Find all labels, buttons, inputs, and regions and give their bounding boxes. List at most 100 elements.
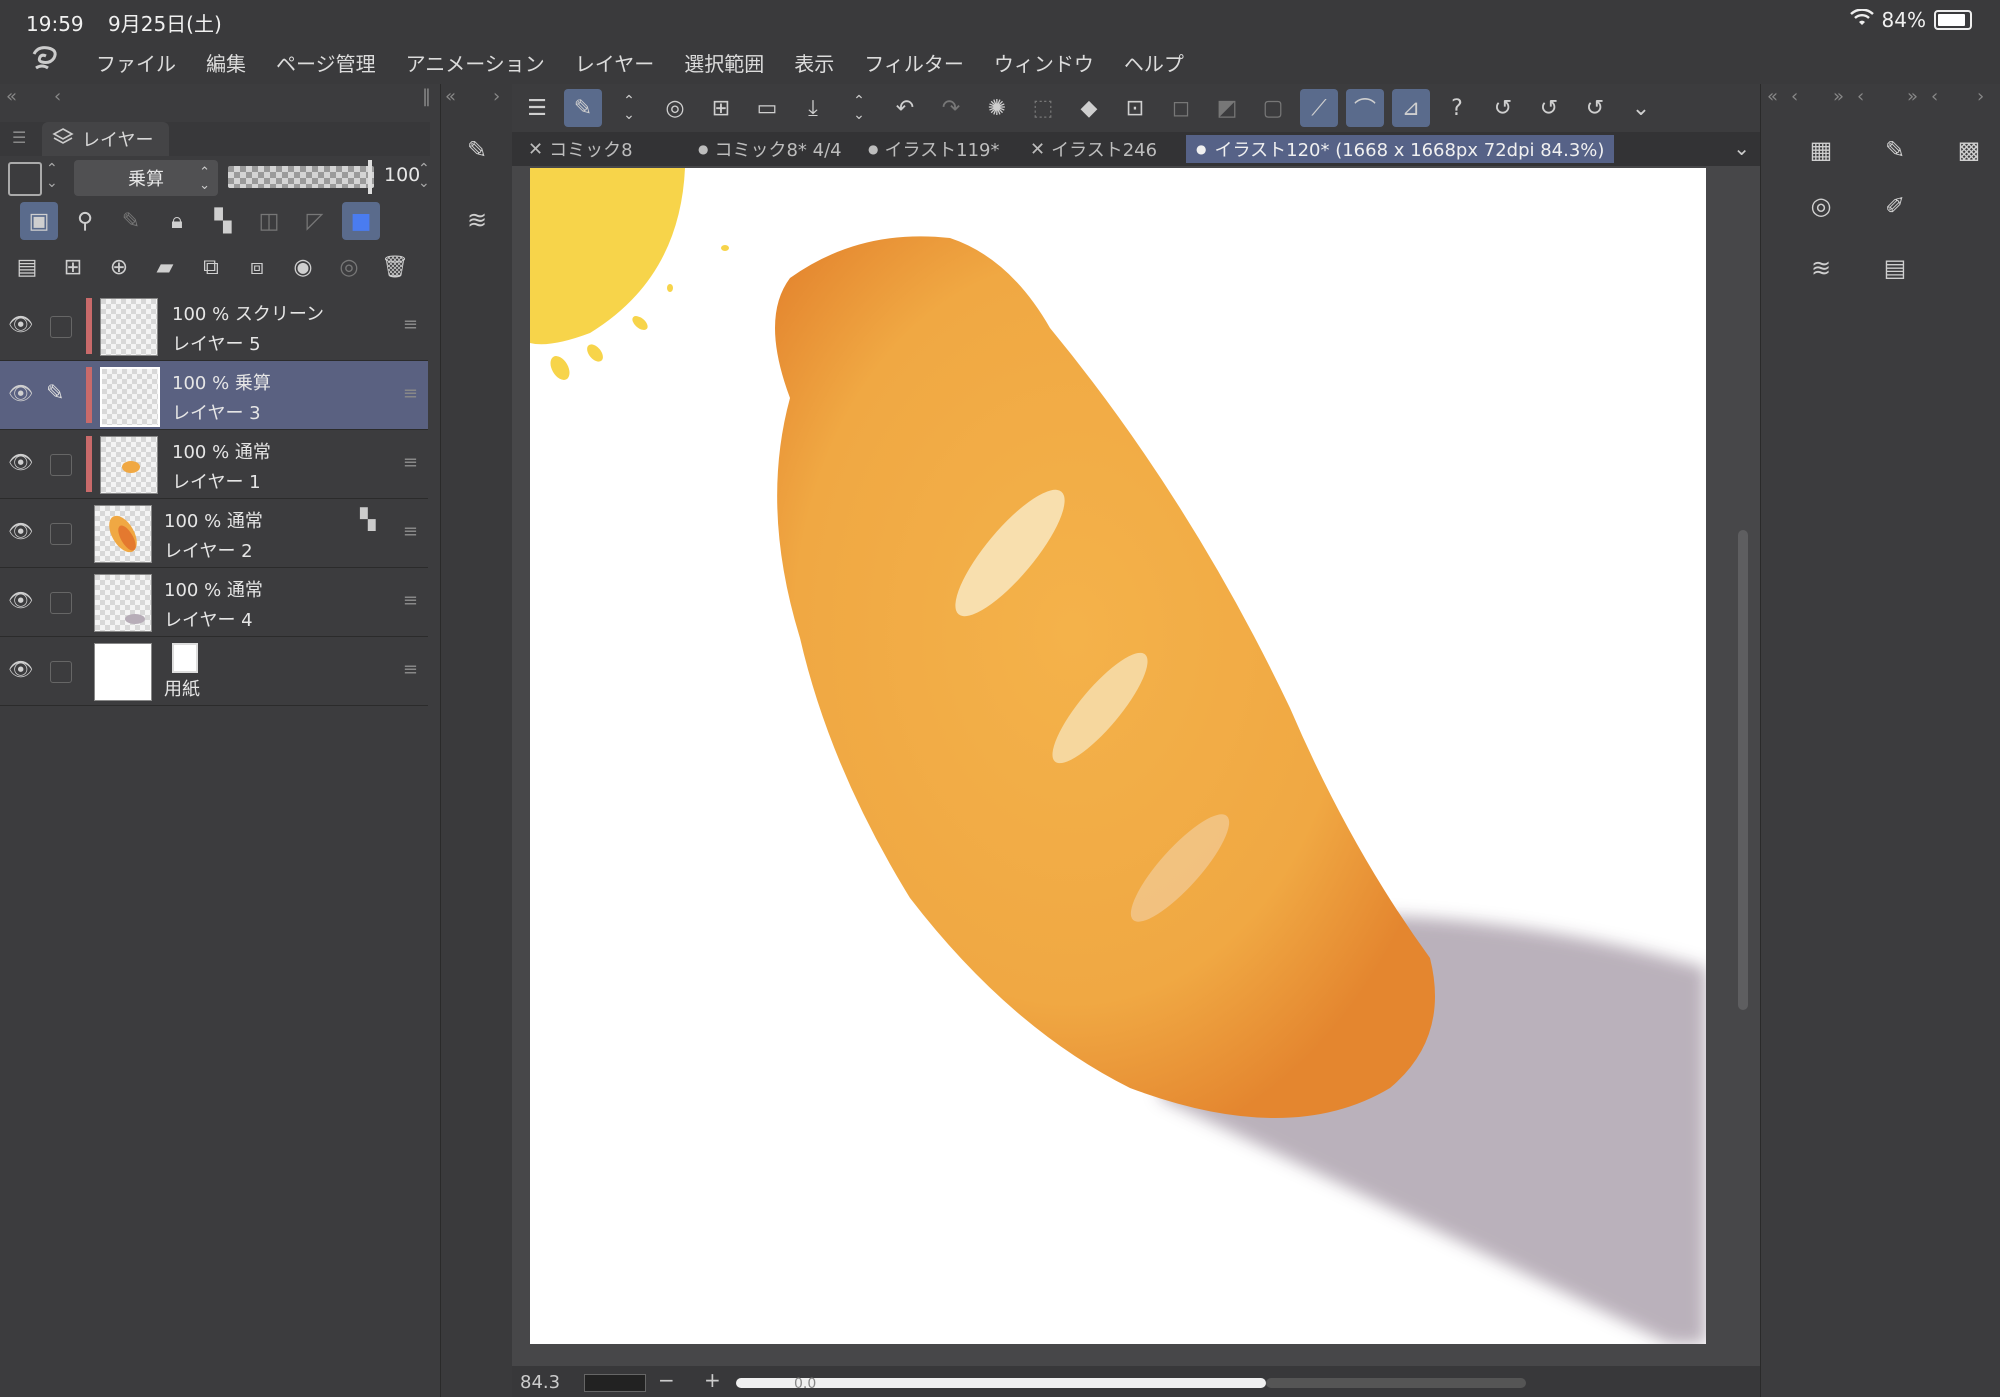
selection-border-icon[interactable]: ▢ bbox=[1254, 89, 1292, 127]
menu-file[interactable]: ファイル bbox=[96, 48, 176, 77]
opacity-slider-handle[interactable] bbox=[368, 160, 372, 194]
menu-icon[interactable]: ☰ bbox=[518, 89, 556, 127]
layer-settings-icon[interactable]: ≋ bbox=[455, 198, 499, 242]
drag-handle-icon[interactable]: ≡ bbox=[403, 659, 418, 680]
doc-tab-active[interactable]: ● イラスト120* (1668 x 1668px 72dpi 84.3%) bbox=[1186, 135, 1615, 163]
delete-layer-icon[interactable]: 🗑︎ bbox=[376, 248, 414, 286]
material-icon[interactable]: ▩ bbox=[1947, 128, 1991, 172]
transform-icon[interactable]: ⊡ bbox=[1116, 89, 1154, 127]
tool-property-icon[interactable]: ✎ bbox=[455, 128, 499, 172]
zoom-out-button[interactable]: − bbox=[658, 1368, 675, 1392]
clip-studio-logo-icon[interactable] bbox=[28, 44, 62, 82]
doc-tab[interactable]: ✕ イラスト246 bbox=[1020, 135, 1167, 163]
layer-checkbox[interactable] bbox=[50, 523, 72, 545]
layer-property-icon[interactable]: ≋ bbox=[1799, 246, 1843, 290]
blend-mode-select[interactable]: 乗算 ⌃ ⌄ bbox=[74, 160, 218, 196]
layer-row[interactable]: 👁︎ 100 % 通常 レイヤー 4 ≡ bbox=[0, 568, 428, 637]
collapse-right-icon[interactable]: » bbox=[1907, 86, 1918, 107]
apply-mask-icon[interactable]: ◎ bbox=[330, 248, 368, 286]
invert-selection-icon[interactable]: ◩ bbox=[1208, 89, 1246, 127]
reference-layer-icon[interactable]: ⚲ bbox=[66, 202, 104, 240]
collapse-left-icon[interactable]: « bbox=[6, 86, 17, 107]
drag-handle-icon[interactable]: ≡ bbox=[403, 521, 418, 542]
draft-layer-icon[interactable]: ✎ bbox=[112, 202, 150, 240]
close-tab-icon[interactable]: ✕ bbox=[528, 139, 543, 160]
zoom-value[interactable]: 84.3 bbox=[520, 1372, 560, 1393]
eye-icon[interactable]: 👁︎ bbox=[8, 588, 36, 616]
mask-icon[interactable]: ◫ bbox=[250, 202, 288, 240]
chevron-left-icon[interactable]: ‹ bbox=[54, 86, 61, 107]
menu-help[interactable]: ヘルプ bbox=[1124, 48, 1184, 77]
layer-checkbox[interactable] bbox=[50, 592, 72, 614]
layer-row[interactable]: 👁︎ 100 % 通常 レイヤー 2 ▚ ≡ bbox=[0, 499, 428, 568]
redo-icon[interactable]: ↷ bbox=[932, 89, 970, 127]
reset-icon[interactable]: ↺ bbox=[1576, 89, 1614, 127]
chevron-updown-icon[interactable]: ⌃ ⌄ bbox=[840, 89, 878, 127]
chevron-left-icon[interactable]: ‹ bbox=[1857, 86, 1864, 107]
layer-checkbox[interactable] bbox=[50, 661, 72, 683]
layer-row[interactable]: 👁︎ ✎ 100 % 乗算 レイヤー 3 ≡ bbox=[0, 361, 428, 430]
angle-slider-track[interactable] bbox=[1266, 1378, 1526, 1388]
new-vector-layer-icon[interactable]: ⊕ bbox=[100, 248, 138, 286]
duplicate-layer-icon[interactable]: ⧉ bbox=[192, 248, 230, 286]
doc-tab[interactable]: ✕ コミック8 bbox=[518, 135, 643, 163]
edit-track-icon[interactable]: ◎ bbox=[656, 89, 694, 127]
open-file-icon[interactable]: ▭ bbox=[748, 89, 786, 127]
zoom-slider[interactable] bbox=[584, 1374, 646, 1392]
chevron-right-icon[interactable]: › bbox=[1977, 86, 1984, 107]
collapse-left-icon[interactable]: « bbox=[445, 86, 456, 107]
expression-color-button[interactable] bbox=[8, 162, 42, 196]
doc-tab[interactable]: ● イラスト119* bbox=[858, 135, 1009, 163]
drag-handle-icon[interactable]: ≡ bbox=[403, 314, 418, 335]
tab-layer[interactable]: レイヤー bbox=[42, 122, 170, 156]
layer-checkbox[interactable] bbox=[50, 316, 72, 338]
chevron-down-icon[interactable]: ⌄ bbox=[1622, 89, 1660, 127]
lock-icon[interactable]: 🔒︎ bbox=[158, 202, 196, 240]
sub-view-icon[interactable]: ✎ bbox=[1873, 128, 1917, 172]
collapse-left-icon[interactable]: « bbox=[1767, 86, 1778, 107]
opacity-slider[interactable] bbox=[228, 166, 374, 188]
menu-view[interactable]: 表示 bbox=[794, 48, 834, 77]
menu-edit[interactable]: 編集 bbox=[206, 48, 246, 77]
eye-icon[interactable]: 👁︎ bbox=[8, 519, 36, 547]
drag-handle-icon[interactable]: ≡ bbox=[403, 590, 418, 611]
snap-special-ruler-icon[interactable]: ⌒ bbox=[1346, 89, 1384, 127]
new-file-icon[interactable]: ⊞ bbox=[702, 89, 740, 127]
chevron-left-icon[interactable]: ‹ bbox=[1931, 86, 1938, 107]
clip-layer-icon[interactable]: ▣ bbox=[20, 202, 58, 240]
layer-row[interactable]: 👁︎ 用紙 ≡ bbox=[0, 637, 428, 706]
vertical-scrollbar[interactable] bbox=[1738, 530, 1748, 1010]
drag-handle-icon[interactable]: ≡ bbox=[403, 452, 418, 473]
new-folder-icon[interactable]: ▰ bbox=[146, 248, 184, 286]
help-icon[interactable]: ? bbox=[1438, 89, 1476, 127]
color-wheel-icon[interactable]: ◎ bbox=[1799, 184, 1843, 228]
save-icon[interactable]: ⤓ bbox=[794, 89, 832, 127]
opacity-stepper-icon[interactable]: ⌃ ⌄ bbox=[418, 162, 430, 190]
timeline-icon[interactable]: ▤ bbox=[1873, 246, 1917, 290]
opacity-value[interactable]: 100 bbox=[384, 164, 420, 186]
layer-row[interactable]: 👁︎ 100 % スクリーン レイヤー 5 ≡ bbox=[0, 292, 428, 361]
chevron-left-icon[interactable]: ‹ bbox=[1791, 86, 1798, 107]
layer-property-icon[interactable]: ▤ bbox=[8, 248, 46, 286]
menu-page[interactable]: ページ管理 bbox=[276, 48, 376, 77]
layer-color-icon[interactable]: ■ bbox=[342, 202, 380, 240]
menu-animation[interactable]: アニメーション bbox=[406, 48, 545, 77]
chevron-updown-icon[interactable]: ⌃ ⌄ bbox=[610, 89, 648, 127]
eye-icon[interactable]: 👁︎ bbox=[8, 657, 36, 685]
close-tab-icon[interactable]: ✕ bbox=[1030, 139, 1045, 160]
navigator-icon[interactable]: ▦ bbox=[1799, 128, 1843, 172]
undo-icon[interactable]: ↶ bbox=[886, 89, 924, 127]
snap-ruler-icon[interactable]: ⟋ bbox=[1300, 89, 1338, 127]
fill-icon[interactable]: ◆ bbox=[1070, 89, 1108, 127]
layer-checkbox[interactable] bbox=[50, 454, 72, 476]
doc-tab[interactable]: ● コミック8* 4/4 bbox=[688, 135, 852, 163]
canvas[interactable] bbox=[530, 168, 1706, 1344]
merge-down-icon[interactable]: ⧈ bbox=[238, 248, 276, 286]
deselect-icon[interactable]: ◻ bbox=[1162, 89, 1200, 127]
ruler-icon[interactable]: ◸ bbox=[296, 202, 334, 240]
drag-handle-icon[interactable]: ≡ bbox=[403, 383, 418, 404]
layer-mask-icon[interactable]: ◉ bbox=[284, 248, 322, 286]
collapse-right-icon[interactable]: » bbox=[1833, 86, 1844, 107]
panel-resize-handle[interactable]: ‖ bbox=[422, 86, 431, 107]
zoom-in-button[interactable]: + bbox=[704, 1368, 721, 1392]
